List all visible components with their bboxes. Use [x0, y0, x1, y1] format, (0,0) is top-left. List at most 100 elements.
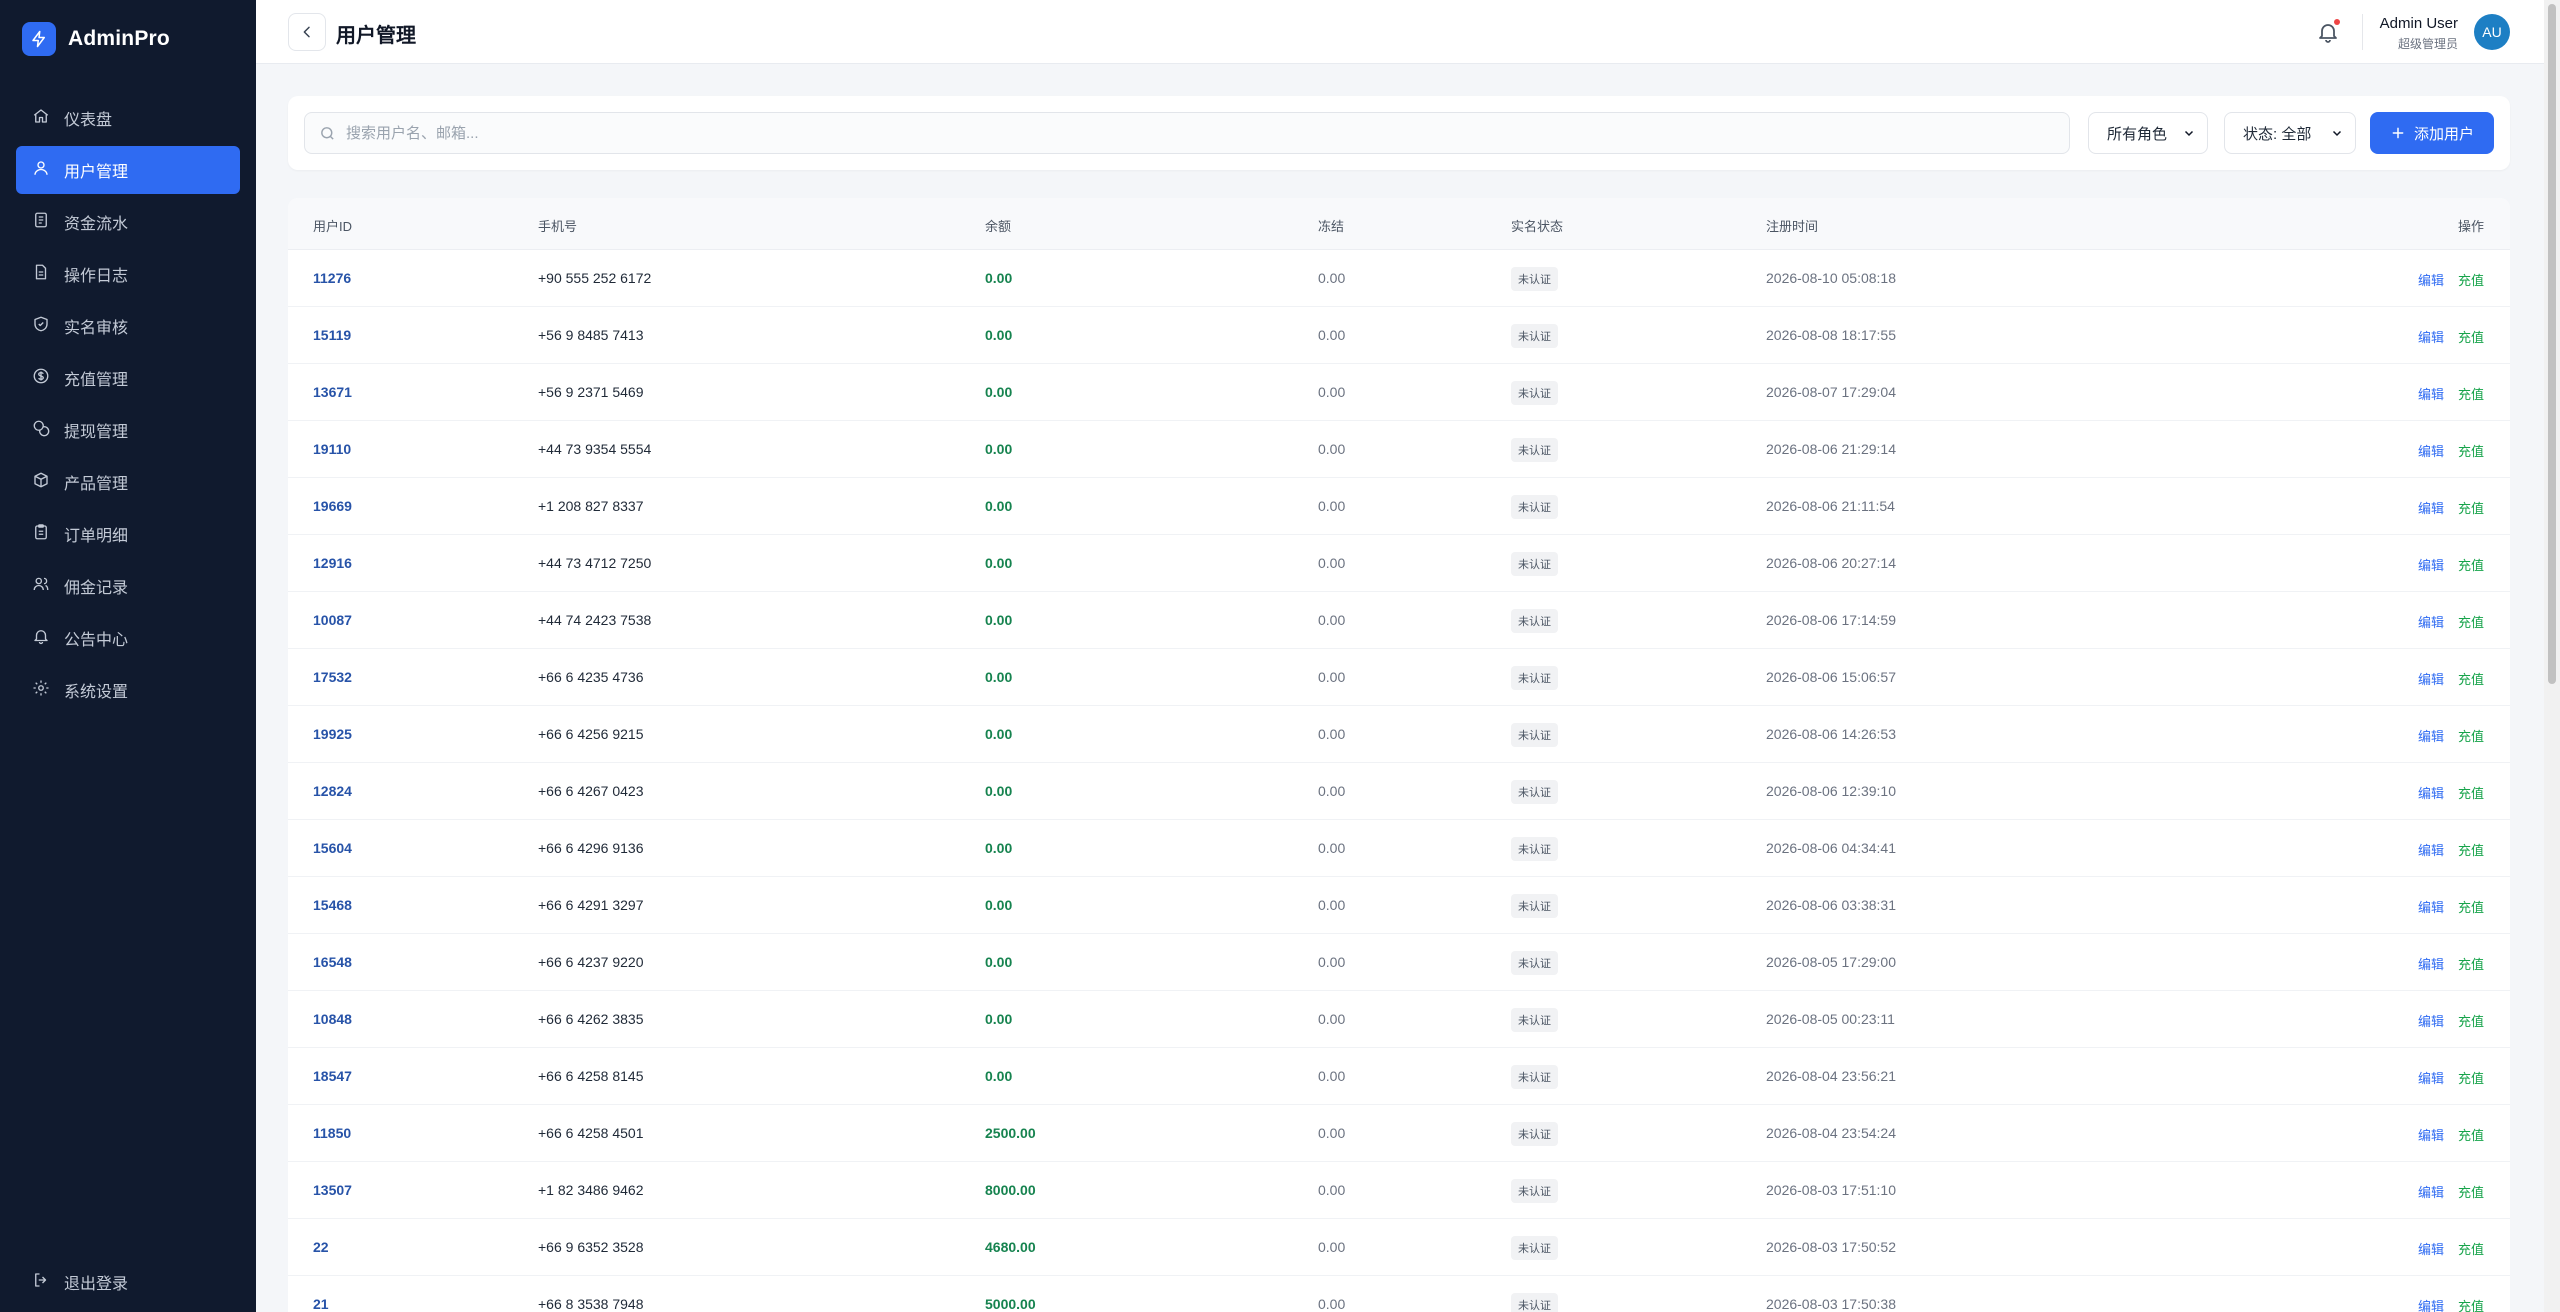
sidebar-item-users[interactable]: 用户管理 [16, 146, 240, 194]
balance-cell: 0.00 [985, 897, 1013, 913]
recharge-button[interactable]: 充值 [2458, 498, 2484, 517]
recharge-button[interactable]: 充值 [2458, 555, 2484, 574]
edit-button[interactable]: 编辑 [2418, 612, 2444, 631]
recharge-button[interactable]: 充值 [2458, 612, 2484, 631]
balance-cell: 0.00 [985, 783, 1013, 799]
user-id-link[interactable]: 15119 [313, 327, 351, 343]
edit-button[interactable]: 编辑 [2418, 327, 2444, 346]
user-id-link[interactable]: 10087 [313, 612, 352, 628]
frozen-cell: 0.00 [1318, 327, 1346, 343]
edit-button[interactable]: 编辑 [2418, 669, 2444, 688]
add-user-label: 添加用户 [2413, 125, 2474, 143]
shield-icon [32, 315, 50, 338]
edit-button[interactable]: 编辑 [2418, 897, 2444, 916]
edit-button[interactable]: 编辑 [2418, 840, 2444, 859]
recharge-button[interactable]: 充值 [2458, 897, 2484, 916]
sidebar-item-withdraw[interactable]: 提现管理 [16, 406, 240, 454]
edit-button[interactable]: 编辑 [2418, 1239, 2444, 1258]
brand-name: AdminPro [68, 27, 170, 50]
recharge-button[interactable]: 充值 [2458, 1011, 2484, 1030]
recharge-button[interactable]: 充值 [2458, 327, 2484, 346]
phone-cell: +44 74 2423 7538 [538, 612, 652, 628]
recharge-button[interactable]: 充值 [2458, 1182, 2484, 1201]
back-button[interactable] [288, 13, 326, 51]
sidebar-item-orders[interactable]: 订单明细 [16, 510, 240, 558]
user-id-link[interactable]: 10848 [313, 1011, 352, 1027]
role-select[interactable]: 所有角色 [2088, 112, 2208, 154]
sidebar-item-recharge[interactable]: 充值管理 [16, 354, 240, 402]
user-id-link[interactable]: 11276 [313, 270, 351, 286]
balance-cell: 0.00 [985, 669, 1013, 685]
table-body: 11276 +90 555 252 6172 0.00 0.00 未认证 2026-08-… [288, 250, 2510, 1312]
page-scrollbar[interactable] [2544, 0, 2560, 1312]
sidebar-item-commission[interactable]: 佣金记录 [16, 562, 240, 610]
user-id-link[interactable]: 17532 [313, 669, 352, 685]
avatar[interactable]: AU [2474, 14, 2510, 50]
user-id-link[interactable]: 22 [313, 1239, 329, 1255]
sidebar-item-kyc[interactable]: 实名审核 [16, 302, 240, 350]
recharge-button[interactable]: 充值 [2458, 1068, 2484, 1087]
recharge-button[interactable]: 充值 [2458, 840, 2484, 859]
status-select[interactable]: 状态: 全部 [2224, 112, 2356, 154]
balance-cell: 0.00 [985, 384, 1013, 400]
edit-button[interactable]: 编辑 [2418, 498, 2444, 517]
recharge-button[interactable]: 充值 [2458, 441, 2484, 460]
edit-button[interactable]: 编辑 [2418, 954, 2444, 973]
scrollbar-thumb[interactable] [2548, 4, 2556, 684]
user-id-link[interactable]: 13507 [313, 1182, 352, 1198]
user-id-link[interactable]: 16548 [313, 954, 352, 970]
edit-button[interactable]: 编辑 [2418, 1125, 2444, 1144]
user-id-link[interactable]: 19669 [313, 498, 352, 514]
user-id-link[interactable]: 19110 [313, 441, 351, 457]
search-input[interactable] [346, 124, 2046, 142]
logout-button[interactable]: 退出登录 [32, 1270, 128, 1294]
edit-button[interactable]: 编辑 [2418, 555, 2444, 574]
sidebar-item-funds[interactable]: 资金流水 [16, 198, 240, 246]
recharge-button[interactable]: 充值 [2458, 1125, 2484, 1144]
edit-button[interactable]: 编辑 [2418, 1182, 2444, 1201]
recharge-button[interactable]: 充值 [2458, 384, 2484, 403]
sidebar-item-announcements[interactable]: 公告中心 [16, 614, 240, 662]
edit-button[interactable]: 编辑 [2418, 783, 2444, 802]
balance-cell: 0.00 [985, 441, 1013, 457]
user-id-link[interactable]: 12916 [313, 555, 352, 571]
balance-cell: 0.00 [985, 1011, 1013, 1027]
user-id-link[interactable]: 15468 [313, 897, 352, 913]
sidebar-item-settings[interactable]: 系统设置 [16, 666, 240, 714]
recharge-button[interactable]: 充值 [2458, 783, 2484, 802]
user-id-link[interactable]: 19925 [313, 726, 352, 742]
edit-button[interactable]: 编辑 [2418, 1011, 2444, 1030]
edit-button[interactable]: 编辑 [2418, 1068, 2444, 1087]
frozen-cell: 0.00 [1318, 1239, 1346, 1255]
user-id-link[interactable]: 18547 [313, 1068, 352, 1084]
clipboard-icon [32, 523, 50, 546]
user-id-link[interactable]: 11850 [313, 1125, 351, 1141]
sidebar-item-products[interactable]: 产品管理 [16, 458, 240, 506]
edit-button[interactable]: 编辑 [2418, 1296, 2444, 1312]
column-header-balance: 余额 [985, 219, 1012, 234]
sidebar-item-label: 公告中心 [64, 632, 129, 649]
add-user-button[interactable]: 添加用户 [2370, 112, 2494, 154]
edit-button[interactable]: 编辑 [2418, 441, 2444, 460]
recharge-button[interactable]: 充值 [2458, 669, 2484, 688]
recharge-button[interactable]: 充值 [2458, 1296, 2484, 1312]
edit-button[interactable]: 编辑 [2418, 270, 2444, 289]
recharge-button[interactable]: 充值 [2458, 1239, 2484, 1258]
sidebar-item-logs[interactable]: 操作日志 [16, 250, 240, 298]
edit-button[interactable]: 编辑 [2418, 384, 2444, 403]
brand[interactable]: AdminPro [22, 22, 170, 56]
registered-time-cell: 2026-08-06 21:11:54 [1766, 498, 1895, 514]
sidebar-item-dashboard[interactable]: 仪表盘 [16, 94, 240, 142]
edit-button[interactable]: 编辑 [2418, 726, 2444, 745]
user-id-link[interactable]: 21 [313, 1296, 329, 1312]
sidebar-item-label: 用户管理 [64, 164, 129, 181]
kyc-status-badge: 未认证 [1511, 894, 1558, 918]
recharge-button[interactable]: 充值 [2458, 954, 2484, 973]
user-id-link[interactable]: 12824 [313, 783, 352, 799]
recharge-button[interactable]: 充值 [2458, 726, 2484, 745]
recharge-button[interactable]: 充值 [2458, 270, 2484, 289]
search-box[interactable] [304, 112, 2070, 154]
user-id-link[interactable]: 13671 [313, 384, 352, 400]
user-id-link[interactable]: 15604 [313, 840, 352, 856]
phone-cell: +44 73 4712 7250 [538, 555, 652, 571]
